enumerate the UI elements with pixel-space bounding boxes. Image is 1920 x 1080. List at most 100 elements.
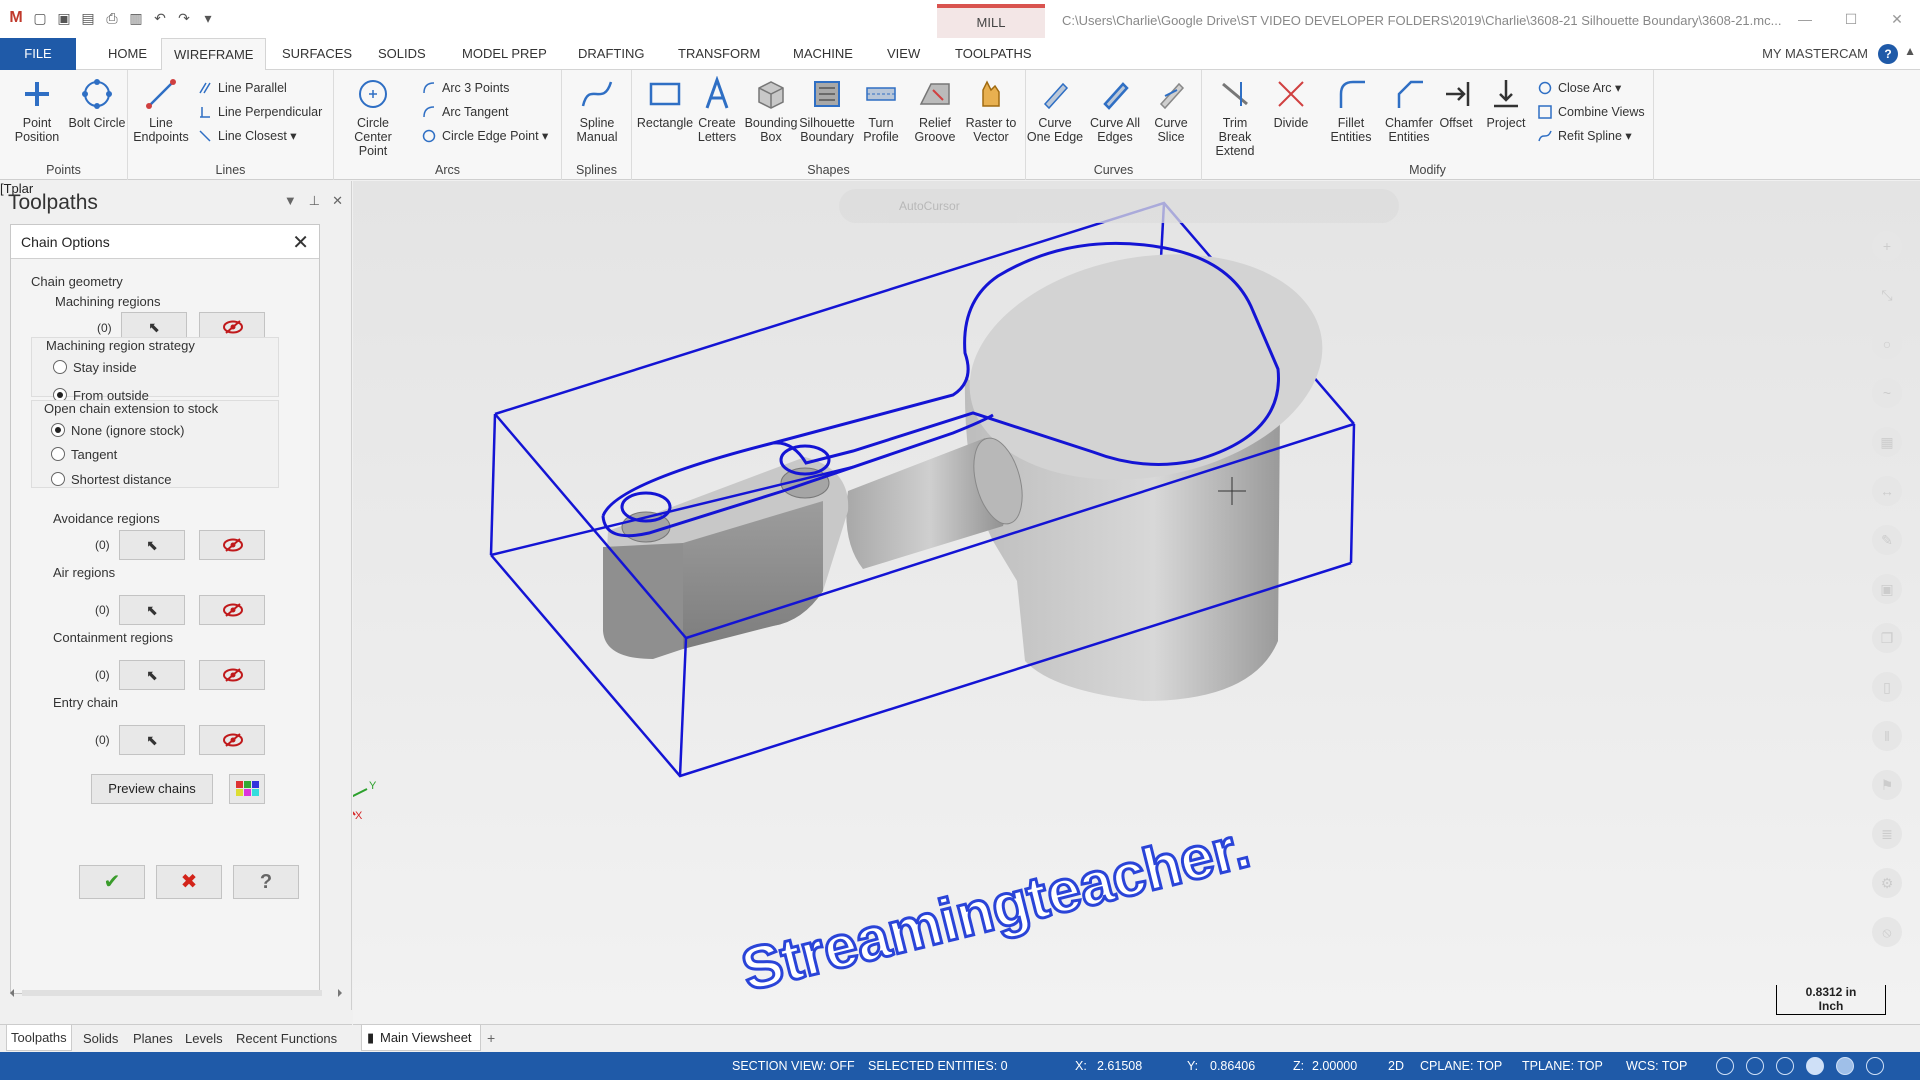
tab-main-viewsheet[interactable]: ▮ Main Viewsheet	[361, 1025, 481, 1051]
model-scene[interactable]: Streamingteacher.	[353, 181, 1920, 1024]
raster-to-vector-button[interactable]: Raster to Vector	[962, 76, 1020, 144]
tab-surfaces[interactable]: SURFACES	[270, 38, 364, 70]
minimize-icon[interactable]: —	[1782, 0, 1828, 38]
maximize-icon[interactable]: ☐	[1828, 0, 1874, 38]
divide-button[interactable]: Divide	[1262, 76, 1320, 130]
section-view-status[interactable]: SECTION VIEW: OFF	[732, 1059, 855, 1073]
turn-profile-button[interactable]: Turn Profile	[852, 76, 910, 144]
globe-icon[interactable]	[1716, 1057, 1734, 1075]
cplane-status[interactable]: CPLANE: TOP	[1420, 1059, 1502, 1073]
radio-tangent[interactable]: Tangent	[51, 447, 117, 462]
panel-close-icon[interactable]: ✕	[332, 193, 343, 209]
entry-chain-hide-button[interactable]	[199, 725, 265, 755]
context-tab-mill[interactable]: MILL	[937, 4, 1045, 38]
graphics-viewport[interactable]: Streamingteacher. Z Y X AutoCursor + ⤡ ○…	[353, 181, 1920, 1024]
tab-machine[interactable]: MACHINE	[781, 38, 865, 70]
tab-levels-manager[interactable]: Levels	[185, 1031, 223, 1046]
customize-qat-icon[interactable]: ▾	[198, 8, 218, 28]
redo-icon[interactable]: ↷	[174, 8, 194, 28]
tab-model-prep[interactable]: MODEL PREP	[450, 38, 559, 70]
block-icon[interactable]: ⦸	[1872, 917, 1902, 947]
gear-icon[interactable]: ⚙	[1872, 868, 1902, 898]
undo-icon[interactable]: ↶	[150, 8, 170, 28]
fillet-entities-button[interactable]: Fillet Entities	[1322, 76, 1380, 144]
circle-edge-point-button[interactable]: Circle Edge Point ▾	[420, 126, 548, 146]
display-mode-icon[interactable]	[1866, 1057, 1884, 1075]
tab-toolpaths[interactable]: TOOLPATHS	[943, 38, 1044, 70]
add-viewsheet-button[interactable]: +	[487, 1030, 495, 1046]
shaded-globe-icon[interactable]	[1776, 1057, 1794, 1075]
color-palette-button[interactable]	[229, 774, 265, 804]
air-regions-select-button[interactable]: ⬉	[119, 595, 185, 625]
tab-wireframe[interactable]: WIREFRAME	[161, 38, 267, 71]
tplane-status[interactable]: TPLANE: TOP	[1522, 1059, 1603, 1073]
radio-none-ignore-stock[interactable]: None (ignore stock)	[51, 423, 184, 438]
flag-icon[interactable]: ⚑	[1872, 770, 1902, 800]
avoidance-regions-hide-button[interactable]	[199, 530, 265, 560]
pin-icon[interactable]: ⊥	[309, 193, 320, 209]
translucent-sphere-icon[interactable]	[1836, 1057, 1854, 1075]
tab-view[interactable]: VIEW	[875, 38, 932, 70]
ok-button[interactable]: ✔	[79, 865, 145, 899]
collapse-ribbon-icon[interactable]: ▲	[1904, 44, 1916, 58]
bolt-circle-button[interactable]: Bolt Circle	[68, 76, 126, 130]
paint-icon[interactable]: ✎	[1872, 525, 1902, 555]
tab-file[interactable]: FILE	[0, 38, 76, 70]
trim-break-extend-button[interactable]: Trim Break Extend	[1206, 76, 1264, 158]
containment-regions-hide-button[interactable]	[199, 660, 265, 690]
avoidance-regions-select-button[interactable]: ⬉	[119, 530, 185, 560]
line-parallel-button[interactable]: Line Parallel	[196, 78, 287, 98]
chamfer-entities-button[interactable]: Chamfer Entities	[1380, 76, 1438, 144]
rotate-icon[interactable]: ○	[1872, 329, 1902, 359]
preview-chains-button[interactable]: Preview chains	[91, 774, 213, 804]
dialog-close-icon[interactable]: ✕	[292, 230, 309, 255]
close-arc-button[interactable]: Close Arc ▾	[1536, 78, 1621, 98]
new-file-icon[interactable]: ▢	[30, 8, 50, 28]
help-button[interactable]: ?	[233, 865, 299, 899]
containment-regions-select-button[interactable]: ⬉	[119, 660, 185, 690]
tab-drafting[interactable]: DRAFTING	[566, 38, 656, 70]
tab-solids-manager[interactable]: Solids	[83, 1031, 118, 1046]
refit-spline-button[interactable]: Refit Spline ▾	[1536, 126, 1632, 146]
bounding-box-button[interactable]: Bounding Box	[742, 76, 800, 144]
line-perpendicular-button[interactable]: Line Perpendicular	[196, 102, 322, 122]
tab-planes-manager[interactable]: Planes	[133, 1031, 173, 1046]
line-closest-button[interactable]: Line Closest ▾	[196, 126, 297, 146]
project-button[interactable]: Project	[1480, 76, 1532, 130]
radio-shortest-distance[interactable]: Shortest distance	[51, 472, 171, 487]
create-letters-button[interactable]: Create Letters	[688, 76, 746, 144]
tab-solids[interactable]: SOLIDS	[366, 38, 438, 70]
curve-all-edges-button[interactable]: Curve All Edges	[1086, 76, 1144, 144]
shaded-sphere-icon[interactable]	[1806, 1057, 1824, 1075]
panel-menu-icon[interactable]: ▼	[284, 193, 297, 209]
mode-2d-toggle[interactable]: 2D	[1388, 1059, 1404, 1073]
curve-tool-icon[interactable]: ~	[1872, 378, 1902, 408]
measure-icon[interactable]: ↔	[1872, 476, 1902, 506]
circle-center-point-button[interactable]: Circle Center Point	[344, 76, 402, 158]
cancel-button[interactable]: ✖	[156, 865, 222, 899]
point-position-button[interactable]: Point Position	[8, 76, 66, 144]
pan-icon[interactable]: ⤡	[1872, 280, 1902, 310]
copy-icon[interactable]: ❐	[1872, 623, 1902, 653]
entry-chain-select-button[interactable]: ⬉	[119, 725, 185, 755]
scroll-track[interactable]	[22, 990, 322, 996]
scroll-left-icon[interactable]	[10, 989, 14, 997]
zoom-in-icon[interactable]: +	[1872, 231, 1902, 261]
spline-manual-button[interactable]: Spline Manual	[568, 76, 626, 144]
wcs-status[interactable]: WCS: TOP	[1626, 1059, 1687, 1073]
tab-recent-functions[interactable]: Recent Functions	[236, 1031, 337, 1046]
stack-icon[interactable]: ≣	[1872, 819, 1902, 849]
tab-home[interactable]: HOME	[96, 38, 159, 70]
curve-one-edge-button[interactable]: Curve One Edge	[1026, 76, 1084, 144]
grid-icon[interactable]: ▦	[1872, 427, 1902, 457]
open-folder-icon[interactable]: ▤	[78, 8, 98, 28]
relief-groove-button[interactable]: Relief Groove	[906, 76, 964, 144]
curve-slice-button[interactable]: Curve Slice	[1142, 76, 1200, 144]
line-endpoints-button[interactable]: Line Endpoints	[132, 76, 190, 144]
tab-toolpaths-manager[interactable]: Toolpaths	[6, 1025, 72, 1051]
offset-button[interactable]: Offset	[1432, 76, 1480, 130]
x-coord-value[interactable]: 2.61508	[1097, 1059, 1142, 1073]
autocursor-toolbar[interactable]: AutoCursor	[839, 189, 1399, 223]
document-icon[interactable]: ▯	[1872, 672, 1902, 702]
air-regions-hide-button[interactable]	[199, 595, 265, 625]
